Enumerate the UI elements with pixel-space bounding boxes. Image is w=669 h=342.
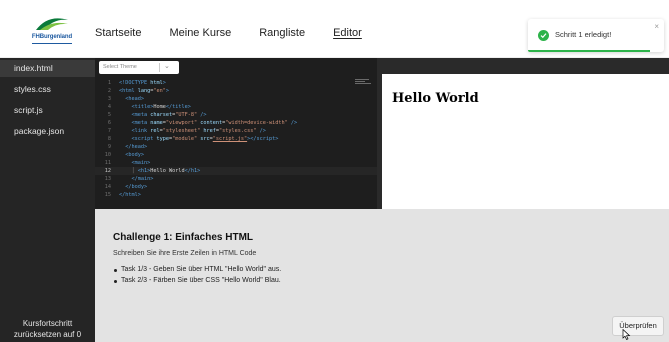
file-sidebar: Kursfortschritt zurücksetzen auf 0 index… (0, 58, 95, 342)
toast-message: Schritt 1 erledigt! (555, 30, 612, 39)
check-circle-icon (538, 30, 549, 41)
toast-progress-bar (528, 50, 651, 52)
task-text: Task 2/3 - Färben Sie über CSS "Hello Wo… (121, 277, 281, 284)
code-line[interactable]: 9 </head> (95, 143, 377, 151)
code-line[interactable]: 5 <meta charset="UTF-8" /> (95, 111, 377, 119)
preview-header (377, 58, 669, 74)
bullet-icon (114, 280, 117, 283)
code-text[interactable]: <main> (119, 159, 151, 167)
code-text[interactable]: <link rel="stylesheet" href="styles.css"… (119, 127, 266, 135)
challenge-panel: Challenge 1: Einfaches HTML Schreiben Si… (95, 209, 669, 342)
code-text[interactable]: <title>Home</title> (119, 103, 191, 111)
code-line[interactable]: 10 <body> (95, 151, 377, 159)
code-text[interactable]: <body> (119, 151, 144, 159)
code-line[interactable]: 3 <head> (95, 95, 377, 103)
code-text[interactable]: </head> (119, 143, 147, 151)
chevron-down-icon: ⌄ (164, 63, 170, 70)
theme-select[interactable]: Select Theme ⌄ (99, 61, 179, 74)
challenge-description: Schreiben Sie ihre Erste Zeilen in HTML … (113, 250, 257, 257)
line-number: 12 (104, 168, 111, 174)
code-text[interactable]: │ <h1>Hello World</h1> (119, 167, 201, 175)
code-line[interactable]: 14 </body> (95, 183, 377, 191)
task-text: Task 1/3 - Geben Sie über HTML "Hello Wo… (121, 266, 282, 273)
nav-link-startseite[interactable]: Startseite (95, 27, 141, 39)
live-preview: Hello World (377, 74, 669, 209)
main-nav: Startseite Meine Kurse Rangliste Editor (95, 27, 390, 39)
reset-label-line2: zurücksetzen auf 0 (13, 330, 82, 339)
nav-link-rangliste[interactable]: Rangliste (259, 27, 305, 39)
reset-label-line1: Kursfortschritt (22, 319, 73, 328)
line-number: 14 (104, 184, 111, 190)
code-text[interactable]: <!DOCTYPE html> (119, 79, 166, 87)
nav-link-editor[interactable]: Editor (333, 27, 362, 39)
mouse-pointer-icon (622, 329, 631, 340)
bullet-icon (114, 269, 117, 272)
code-text[interactable]: </main> (119, 175, 154, 183)
line-number: 7 (107, 128, 111, 134)
file-item-styles-css[interactable]: styles.css (0, 81, 95, 98)
nav-link-meine-kurse[interactable]: Meine Kurse (169, 27, 231, 39)
code-text[interactable]: <head> (119, 95, 144, 103)
code-line[interactable]: 7 <link rel="stylesheet" href="styles.cs… (95, 127, 377, 135)
success-toast: Schritt 1 erledigt! × (528, 19, 664, 52)
code-text[interactable]: <meta name="viewport" content="width=dev… (119, 119, 298, 127)
code-line[interactable]: 8 <script type="module" src="script.js">… (95, 135, 377, 143)
code-line[interactable]: 6 <meta name="viewport" content="width=d… (95, 119, 377, 127)
code-text[interactable]: </body> (119, 183, 147, 191)
theme-select-placeholder: Select Theme (103, 64, 137, 70)
line-number: 1 (107, 80, 111, 86)
line-number: 5 (107, 112, 111, 118)
line-number: 2 (107, 88, 111, 94)
line-number: 9 (107, 144, 111, 150)
line-number: 15 (104, 192, 111, 198)
brand-logo-icon (36, 18, 68, 30)
code-line[interactable]: 4 <title>Home</title> (95, 103, 377, 111)
challenge-title: Challenge 1: Einfaches HTML (113, 232, 254, 243)
reset-progress-button[interactable]: Kursfortschritt zurücksetzen auf 0 (0, 318, 95, 340)
brand-logo-text: FHBurgenland (31, 34, 73, 40)
preview-heading: Hello World (392, 91, 479, 106)
line-number: 11 (104, 160, 111, 166)
code-text[interactable]: <meta charset="UTF-8" /> (119, 111, 207, 119)
code-line[interactable]: 2 <html lang="en"> (95, 87, 377, 95)
code-line[interactable]: 13 </main> (95, 175, 377, 183)
code-text[interactable]: <script type="module" src="script.js"></… (119, 135, 279, 143)
toast-close-icon[interactable]: × (654, 22, 659, 31)
code-editor[interactable]: Select Theme ⌄ 1 <!DOCTYPE html> 2 <html la… (95, 58, 377, 209)
line-number: 13 (104, 176, 111, 182)
line-number: 8 (107, 136, 111, 142)
code-line[interactable]: 12 │ <h1>Hello World</h1> (95, 167, 377, 175)
top-navigation: FHBurgenland Startseite Meine Kurse Rangli… (0, 0, 669, 58)
code-text[interactable]: </html> (119, 191, 141, 199)
file-item-script-js[interactable]: script.js (0, 102, 95, 119)
line-number: 10 (104, 152, 111, 158)
code-line[interactable]: 11 <main> (95, 159, 377, 167)
file-item-index-html[interactable]: index.html (0, 60, 95, 77)
line-number: 4 (107, 104, 111, 110)
code-text[interactable]: <html lang="en"> (119, 87, 169, 95)
code-line[interactable]: 1 <!DOCTYPE html> (95, 79, 377, 87)
code-line[interactable]: 15 </html> (95, 191, 377, 199)
theme-select-separator (159, 63, 160, 72)
line-number: 6 (107, 120, 111, 126)
editor-toolbar: Select Theme ⌄ (95, 58, 377, 76)
file-item-package-json[interactable]: package.json (0, 123, 95, 140)
brand-logo-underline (32, 43, 72, 44)
brand-logo[interactable]: FHBurgenland (28, 12, 76, 46)
line-number: 3 (107, 96, 111, 102)
check-button[interactable]: Überprüfen (612, 316, 664, 336)
